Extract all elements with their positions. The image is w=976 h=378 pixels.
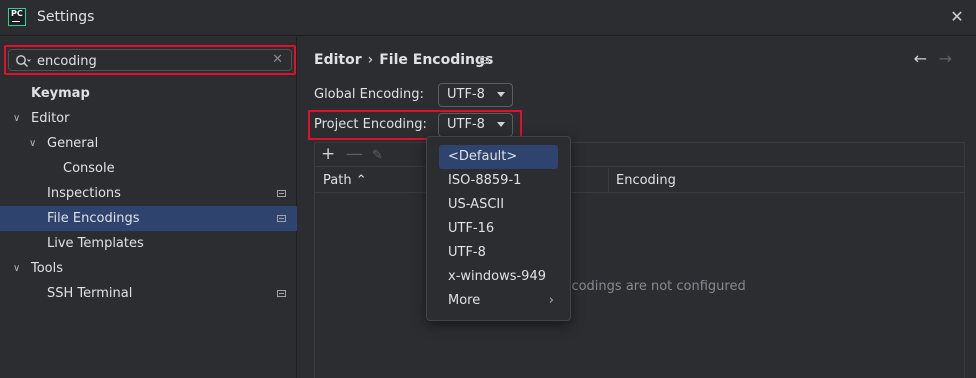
sidebar-item-label: Console xyxy=(63,161,115,176)
popup-item-utf-16[interactable]: UTF-16 xyxy=(439,217,558,241)
settings-main-panel: Editor › File Encodings ← → Global Encodin… xyxy=(298,37,976,378)
project-encoding-dropdown[interactable]: UTF-8 xyxy=(438,113,513,137)
pycharm-logo-icon: PC xyxy=(8,8,26,26)
sidebar-item-label: SSH Terminal xyxy=(47,286,133,301)
sidebar-item-general[interactable]: ∨ General xyxy=(0,131,297,156)
sidebar-item-label: Keymap xyxy=(31,86,90,101)
remove-icon[interactable]: — xyxy=(346,145,363,163)
popup-item-utf-8[interactable]: UTF-8 xyxy=(439,241,558,265)
sidebar-item-ssh-terminal[interactable]: SSH Terminal xyxy=(0,281,297,306)
settings-tree: Keymap ∨ Editor ∨ General Console Inspec… xyxy=(0,81,297,306)
sort-ascending-icon: ⌃ xyxy=(355,173,367,188)
window-title: Settings xyxy=(37,9,95,25)
sidebar-item-label: Tools xyxy=(31,261,64,276)
project-settings-icon xyxy=(277,190,286,197)
project-settings-icon xyxy=(277,215,286,222)
search-highlight-box: ✕ xyxy=(4,45,296,75)
sidebar-item-label: General xyxy=(47,136,99,151)
project-encoding-value: UTF-8 xyxy=(447,117,485,132)
popup-item-default[interactable]: <Default> xyxy=(439,145,558,169)
project-settings-icon xyxy=(480,57,489,64)
sidebar-item-console[interactable]: Console xyxy=(0,156,297,181)
encodings-table: + — ✎ Path ⌃ Encoding Encodings are not … xyxy=(314,142,965,378)
popup-item-iso-8859-1[interactable]: ISO-8859-1 xyxy=(439,169,558,193)
breadcrumb-current: File Encodings xyxy=(379,52,494,68)
sidebar-item-label: Editor xyxy=(31,111,70,126)
edit-icon[interactable]: ✎ xyxy=(372,147,383,165)
chevron-down-icon[interactable]: ∨ xyxy=(13,256,25,281)
sidebar-item-tools[interactable]: ∨ Tools xyxy=(0,256,297,281)
close-icon[interactable]: ✕ xyxy=(948,8,966,26)
table-toolbar: + — ✎ xyxy=(315,143,964,167)
popup-item-us-ascii[interactable]: US-ASCII xyxy=(439,193,558,217)
encoding-dropdown-popup: <Default> ISO-8859-1 US-ASCII UTF-16 UTF… xyxy=(426,136,571,321)
sidebar-item-label: Inspections xyxy=(47,186,121,201)
search-input[interactable] xyxy=(37,52,257,70)
clear-search-icon[interactable]: ✕ xyxy=(272,52,283,67)
logo-text: PC xyxy=(11,9,23,18)
column-header-path[interactable]: Path ⌃ xyxy=(323,168,367,193)
dropdown-arrow-icon xyxy=(497,122,505,127)
table-header: Path ⌃ Encoding xyxy=(315,168,964,193)
empty-table-message: Encodings are not configured xyxy=(555,279,746,294)
popup-item-x-windows-949[interactable]: x-windows-949 xyxy=(439,265,558,289)
sidebar-item-keymap[interactable]: Keymap xyxy=(0,81,297,106)
dropdown-arrow-icon xyxy=(497,92,505,97)
forward-arrow-icon[interactable]: → xyxy=(939,49,952,68)
sidebar-item-label: Live Templates xyxy=(47,236,144,251)
column-header-encoding[interactable]: Encoding xyxy=(616,168,676,193)
sidebar-item-inspections[interactable]: Inspections xyxy=(0,181,297,206)
search-icon xyxy=(16,55,31,67)
breadcrumb-parent[interactable]: Editor xyxy=(314,52,362,68)
settings-sidebar: ✕ Keymap ∨ Editor ∨ General Console Insp… xyxy=(0,37,297,378)
title-bar: PC Settings ✕ xyxy=(0,0,976,36)
popup-item-label: More xyxy=(448,293,481,308)
breadcrumb: Editor › File Encodings xyxy=(314,52,493,68)
project-settings-icon xyxy=(277,290,286,297)
add-icon[interactable]: + xyxy=(321,145,335,163)
back-arrow-icon[interactable]: ← xyxy=(914,49,927,68)
popup-item-more[interactable]: More › xyxy=(439,289,558,313)
chevron-down-icon[interactable]: ∨ xyxy=(29,131,41,156)
sidebar-item-live-templates[interactable]: Live Templates xyxy=(0,231,297,256)
sidebar-item-file-encodings[interactable]: File Encodings xyxy=(0,206,297,231)
chevron-right-icon: › xyxy=(548,293,554,308)
sidebar-item-editor[interactable]: ∨ Editor xyxy=(0,106,297,131)
global-encoding-label: Global Encoding: xyxy=(314,87,424,102)
global-encoding-value: UTF-8 xyxy=(447,87,485,102)
chevron-down-icon[interactable]: ∨ xyxy=(13,106,25,131)
global-encoding-dropdown[interactable]: UTF-8 xyxy=(438,83,513,107)
sidebar-item-label: File Encodings xyxy=(47,211,140,226)
project-encoding-label: Project Encoding: xyxy=(314,117,427,132)
search-field[interactable]: ✕ xyxy=(8,49,292,71)
breadcrumb-separator: › xyxy=(367,52,374,68)
